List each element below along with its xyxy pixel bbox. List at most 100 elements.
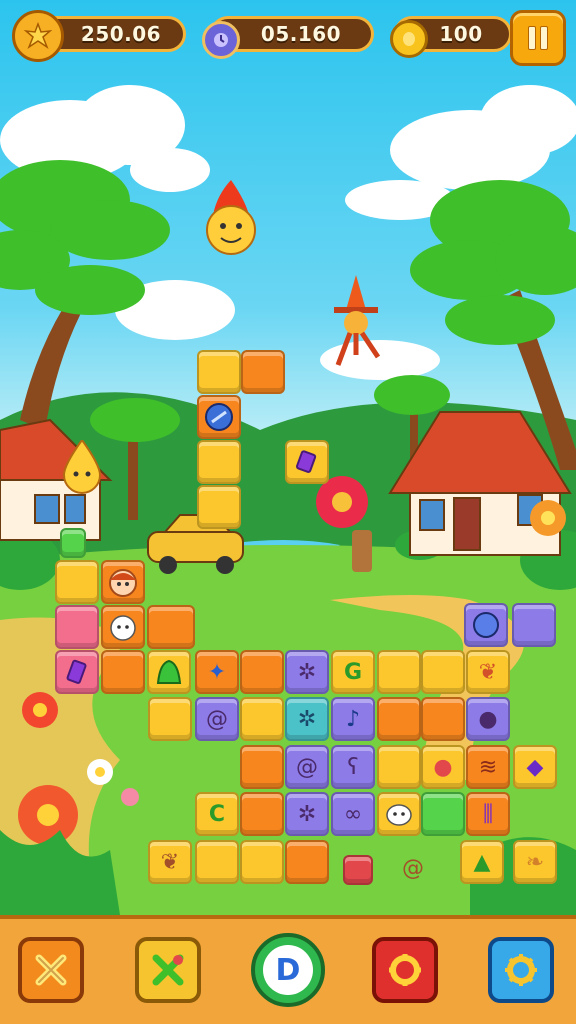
- wizard-character: [334, 275, 381, 366]
- blue-shield-icon: [205, 403, 233, 431]
- purple-gem-icon: [66, 659, 87, 684]
- flower-white: [87, 759, 113, 785]
- palm-leaves-mid: [374, 375, 450, 415]
- green-g-icon: G: [343, 659, 363, 685]
- tile-yellow-gem[interactable]: ◆: [513, 745, 557, 789]
- tile-orange-face[interactable]: [101, 560, 145, 604]
- hook-icon: ʕ: [347, 754, 359, 780]
- game-scene: ✦ ✲ G ❦ @ ✲ ♪ ● @ ʕ ● ≋ ◆ C ✲ ∞ ⫼ ❦ @ ▲ …: [0, 0, 576, 1024]
- gear-icon: [389, 954, 421, 986]
- tile-purple-shield[interactable]: [464, 603, 508, 647]
- stopwatch-icon: [202, 21, 240, 59]
- center-d-button[interactable]: D: [251, 933, 325, 1007]
- palm-trunk-small: [128, 430, 138, 520]
- tile-yellow-meat[interactable]: ❦: [148, 840, 192, 884]
- tile-purple-note[interactable]: ♪: [331, 697, 375, 741]
- tile-purple-swirl[interactable]: @: [195, 697, 239, 741]
- tile-purple-splat[interactable]: ✲: [285, 650, 329, 694]
- tile-purple-fish[interactable]: ∞: [331, 792, 375, 836]
- tile-yellow-gem[interactable]: [285, 440, 329, 484]
- girl-face-icon: [109, 569, 137, 597]
- blue-star-icon: ✦: [207, 659, 227, 685]
- tile-orange-shield[interactable]: [197, 395, 241, 439]
- tile-yellow[interactable]: [197, 485, 241, 529]
- close-icon: [35, 954, 67, 986]
- time-value: 05.160: [260, 22, 342, 46]
- tile-orange[interactable]: [421, 697, 465, 741]
- swirl-icon: @: [296, 754, 318, 780]
- bottles-icon: ⫼: [482, 801, 494, 827]
- balloon-icon: ●: [433, 754, 453, 780]
- music-note-icon: ♪: [345, 706, 361, 732]
- swirl-icon: @: [206, 706, 228, 732]
- swap-tool-button[interactable]: [135, 937, 201, 1003]
- tile-yellow-slime[interactable]: ▲: [460, 840, 504, 884]
- splat-icon: ✲: [297, 706, 317, 732]
- pause-button[interactable]: [510, 10, 566, 66]
- blob-icon: ●: [478, 706, 498, 732]
- tile-orange[interactable]: [240, 650, 284, 694]
- purple-gem-icon: [295, 450, 317, 473]
- tile-yellow-ghost[interactable]: [377, 792, 421, 836]
- tile-yellow[interactable]: [197, 440, 241, 484]
- flower-orange-right: [530, 500, 566, 536]
- close-button[interactable]: [18, 937, 84, 1003]
- tile-orange-star[interactable]: ✦: [195, 650, 239, 694]
- fish-icon: ∞: [343, 801, 363, 827]
- tile-orange[interactable]: [147, 605, 195, 649]
- tile-teal-splat[interactable]: ✲: [285, 697, 329, 741]
- tile-orange[interactable]: [101, 650, 145, 694]
- red-flower-creature: [316, 476, 372, 572]
- tile-orange-wave[interactable]: ≋: [466, 745, 510, 789]
- score-value: 250.06: [80, 22, 162, 46]
- tile-yellow-slime[interactable]: [147, 650, 191, 694]
- tile-yellow-balloon[interactable]: ●: [421, 745, 465, 789]
- flower-red-left: [22, 692, 58, 728]
- tile-purple-splat[interactable]: ✲: [285, 792, 329, 836]
- tile-purple-swirl[interactable]: @: [285, 745, 329, 789]
- meat-icon: ❦: [160, 849, 180, 875]
- tile-yellow[interactable]: [55, 560, 99, 604]
- tile-pink-gem[interactable]: [55, 650, 99, 694]
- drumstick-icon: ❦: [478, 659, 498, 685]
- tile-pink[interactable]: [55, 605, 99, 649]
- tile-yellow-g[interactable]: G: [331, 650, 375, 694]
- flower-pink: [121, 788, 139, 806]
- tile-yellow-drumstick[interactable]: ❦: [466, 650, 510, 694]
- snail-icon: @: [402, 855, 424, 881]
- tile-yellow[interactable]: [197, 350, 241, 394]
- tile-yellow[interactable]: [240, 697, 284, 741]
- red-settings-button[interactable]: [372, 937, 438, 1003]
- splat-icon: ✲: [297, 801, 317, 827]
- flame-character: [206, 180, 256, 255]
- tile-red-small[interactable]: [343, 855, 373, 885]
- splat-icon: ✲: [297, 659, 317, 685]
- snail-item[interactable]: @: [395, 850, 431, 886]
- flower-orange-left: [18, 785, 78, 845]
- tile-purple-hook[interactable]: ʕ: [331, 745, 375, 789]
- tile-yellow-bird[interactable]: ❧: [513, 840, 557, 884]
- tile-orange[interactable]: [241, 350, 285, 394]
- tile-yellow[interactable]: [195, 840, 239, 884]
- tile-orange-bottles[interactable]: ⫼: [466, 792, 510, 836]
- blue-settings-button[interactable]: [488, 937, 554, 1003]
- tile-orange-ghost[interactable]: [101, 605, 145, 649]
- tile-yellow[interactable]: [421, 650, 465, 694]
- tile-orange[interactable]: [240, 745, 284, 789]
- tile-yellow-c[interactable]: C: [195, 792, 239, 836]
- tile-orange[interactable]: [240, 792, 284, 836]
- tile-yellow[interactable]: [377, 745, 421, 789]
- blue-shield-icon: [473, 612, 499, 638]
- tile-purple[interactable]: [512, 603, 556, 647]
- gear-icon: [505, 954, 537, 986]
- tile-orange[interactable]: [285, 840, 329, 884]
- tile-green-small[interactable]: [60, 528, 86, 558]
- tile-purple-blob[interactable]: ●: [466, 697, 510, 741]
- tile-yellow[interactable]: [148, 697, 192, 741]
- tile-yellow[interactable]: [377, 650, 421, 694]
- green-slime-icon: [156, 659, 182, 684]
- tile-yellow[interactable]: [240, 840, 284, 884]
- tile-orange[interactable]: [377, 697, 421, 741]
- tile-green[interactable]: [421, 792, 465, 836]
- time-panel: 05.160: [200, 12, 376, 59]
